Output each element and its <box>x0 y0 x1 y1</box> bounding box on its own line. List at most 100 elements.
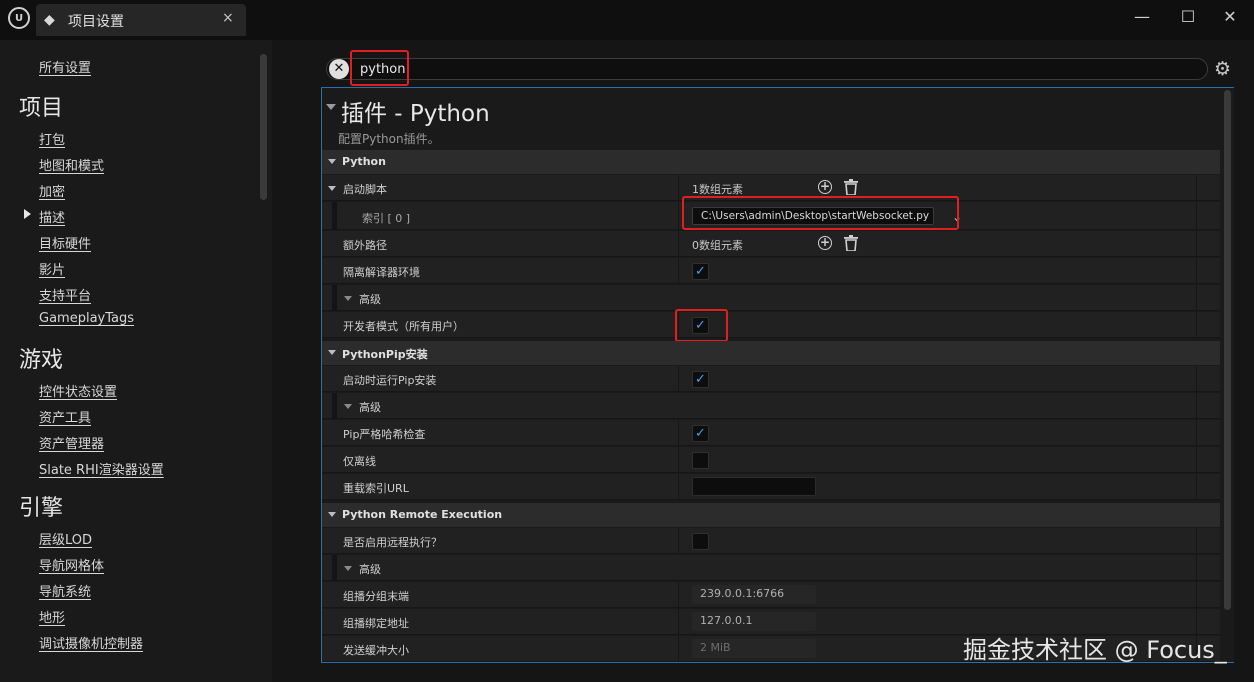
maximize-button[interactable]: ☐ <box>1176 6 1200 28</box>
watermark: 掘金技术社区 @ Focus_ <box>963 636 1227 664</box>
row-advanced-pip[interactable]: 高级 <box>322 393 1220 419</box>
collapse-arrow-icon <box>344 404 352 409</box>
minimize-button[interactable]: — <box>1130 6 1154 28</box>
row-label: 启动脚本 <box>343 183 387 196</box>
project-settings-window: U ◆ 项目设置 × — ☐ ✕ 所有设置 项目 打包 地图和模式 加密 描述 … <box>0 0 1254 682</box>
expand-array-icon[interactable] <box>328 186 336 191</box>
chevron-down-icon[interactable]: ⌄ <box>952 210 962 224</box>
pip-strict-hash-checkbox[interactable]: ✓ <box>692 425 709 442</box>
row-startup-scripts: 启动脚本 1数组元素 + <box>322 175 1220 201</box>
active-indicator-icon <box>24 209 31 219</box>
nav-item-hlod[interactable]: 层级LOD <box>39 529 92 548</box>
collapse-arrow-icon <box>328 350 336 355</box>
send-buffer-field[interactable]: 2 MiB <box>692 639 816 658</box>
row-multicast-group: 组播分组末端 239.0.0.1:6766 <box>322 582 1220 608</box>
row-label: 组播绑定地址 <box>343 617 409 630</box>
trash-icon[interactable] <box>844 235 858 251</box>
collapse-arrow-icon <box>328 512 336 517</box>
row-advanced-python[interactable]: 高级 <box>322 285 1220 311</box>
row-index-0: 索引 [ 0 ] C:\Users\admin\Desktop\startWeb… <box>322 202 1220 230</box>
row-developer-mode: 开发者模式（所有用户） ✓ <box>322 312 1220 338</box>
startup-script-path-field[interactable]: C:\Users\admin\Desktop\startWebsocket.py <box>692 207 934 225</box>
isolate-interpreter-checkbox[interactable]: ✓ <box>692 263 709 280</box>
remote-enable-checkbox[interactable] <box>692 533 709 550</box>
unreal-logo-icon[interactable]: U <box>8 7 30 29</box>
category-label: Python Remote Execution <box>342 508 503 521</box>
close-window-button[interactable]: ✕ <box>1218 6 1242 28</box>
panel-description: 配置Python插件。 <box>338 132 440 146</box>
row-label: 高级 <box>359 293 381 306</box>
collapse-arrow-icon <box>344 566 352 571</box>
row-index-url: 重载索引URL <box>322 474 1220 500</box>
nav-item-slate-rhi[interactable]: Slate RHI渲染器设置 <box>39 459 164 478</box>
array-count: 0数组元素 <box>692 239 743 252</box>
nav-item-supported-platforms[interactable]: 支持平台 <box>39 285 91 304</box>
row-advanced-remote[interactable]: 高级 <box>322 555 1220 581</box>
nav-item-crypto[interactable]: 加密 <box>39 181 65 200</box>
row-label: 仅离线 <box>343 455 376 468</box>
row-label: 索引 [ 0 ] <box>362 212 411 225</box>
category-label: Python <box>342 155 386 168</box>
row-isolate-interpreter: 隔离解译器环境 ✓ <box>322 258 1220 284</box>
multicast-group-field[interactable]: 239.0.0.1:6766 <box>692 585 816 604</box>
nav-item-packaging[interactable]: 打包 <box>39 129 65 148</box>
category-python[interactable]: Python <box>322 150 1220 174</box>
array-count: 1数组元素 <box>692 183 743 196</box>
tab-project-settings[interactable]: ◆ 项目设置 × <box>36 4 246 36</box>
row-label: 高级 <box>359 401 381 414</box>
nav-item-debug-camera[interactable]: 调试摄像机控制器 <box>39 633 143 652</box>
category-python-pip[interactable]: PythonPip安装 <box>322 341 1220 365</box>
collapse-arrow-icon <box>328 159 336 164</box>
nav-heading-project: 项目 <box>19 96 64 121</box>
nav-item-movies[interactable]: 影片 <box>39 259 65 278</box>
trash-icon[interactable] <box>844 179 858 195</box>
panel-title: 插件 - Python <box>341 101 490 127</box>
row-extra-paths: 额外路径 0数组元素 + <box>322 231 1220 257</box>
nav-item-maps-modes[interactable]: 地图和模式 <box>39 155 104 174</box>
panel-scrollbar[interactable] <box>1224 90 1231 610</box>
collapse-section-icon[interactable] <box>326 104 336 110</box>
nav-item-asset-tools[interactable]: 资产工具 <box>39 407 91 426</box>
row-label: 开发者模式（所有用户） <box>343 320 464 333</box>
row-label: Pip严格哈希检查 <box>343 428 426 441</box>
nav-item-target-hardware[interactable]: 目标硬件 <box>39 233 91 252</box>
index-url-input[interactable] <box>692 477 816 496</box>
nav-item-asset-manager[interactable]: 资产管理器 <box>39 433 104 452</box>
title-bar: U ◆ 项目设置 × — ☐ ✕ <box>0 0 1254 40</box>
add-element-icon[interactable]: + <box>818 236 832 250</box>
settings-cube-icon: ◆ <box>44 12 55 28</box>
row-label: 隔离解译器环境 <box>343 266 420 279</box>
pip-on-startup-checkbox[interactable]: ✓ <box>692 371 709 388</box>
nav-item-description[interactable]: 描述 <box>39 207 65 226</box>
tab-label: 项目设置 <box>68 14 124 30</box>
developer-mode-checkbox[interactable]: ✓ <box>692 317 709 334</box>
clear-search-icon[interactable]: ✕ <box>329 59 349 79</box>
sidebar-scrollbar[interactable] <box>260 54 267 200</box>
close-tab-icon[interactable]: × <box>222 10 234 26</box>
search-input[interactable] <box>360 59 1160 79</box>
row-label: 组播分组末端 <box>343 590 409 603</box>
nav-all-settings[interactable]: 所有设置 <box>39 57 91 76</box>
row-label: 额外路径 <box>343 239 387 252</box>
row-label: 是否启用远程执行？ <box>343 536 442 549</box>
row-pip-on-startup: 启动时运行Pip安装 ✓ <box>322 366 1220 392</box>
nav-item-navmesh[interactable]: 导航网格体 <box>39 555 104 574</box>
nav-heading-game: 游戏 <box>19 348 64 373</box>
gear-icon[interactable]: ⚙ <box>1214 58 1231 80</box>
add-element-icon[interactable]: + <box>818 180 832 194</box>
collapse-arrow-icon <box>344 296 352 301</box>
row-offline-only: 仅离线 <box>322 447 1220 473</box>
nav-item-landscape[interactable]: 地形 <box>39 607 65 626</box>
row-label: 启动时运行Pip安装 <box>343 374 437 387</box>
nav-heading-engine: 引擎 <box>19 496 64 521</box>
multicast-bind-field[interactable]: 127.0.0.1 <box>692 612 816 631</box>
row-label: 重载索引URL <box>343 482 409 495</box>
nav-item-gameplay-tags[interactable]: GameplayTags <box>39 311 134 326</box>
nav-item-widget-state[interactable]: 控件状态设置 <box>39 381 117 400</box>
nav-item-nav-system[interactable]: 导航系统 <box>39 581 91 600</box>
row-label: 高级 <box>359 563 381 576</box>
category-remote-execution[interactable]: Python Remote Execution <box>322 503 1220 527</box>
offline-only-checkbox[interactable] <box>692 452 709 469</box>
row-pip-strict-hash: Pip严格哈希检查 ✓ <box>322 420 1220 446</box>
row-label: 发送缓冲大小 <box>343 644 409 657</box>
